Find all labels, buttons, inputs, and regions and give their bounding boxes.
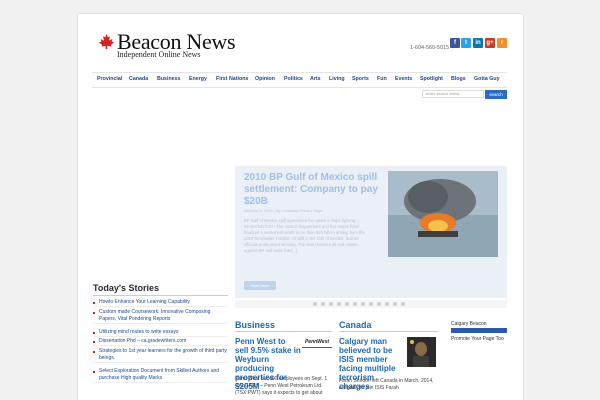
business-divider: [235, 331, 332, 332]
story-item[interactable]: Select Exploration Document from Skilled…: [93, 368, 228, 383]
googleplus-icon[interactable]: g+: [485, 38, 495, 48]
canada-divider: [339, 331, 438, 332]
phone-number: 1-604-560-5015: [410, 45, 450, 51]
rss-icon[interactable]: r: [497, 38, 507, 48]
nav-item-fun[interactable]: Fun: [377, 76, 387, 82]
read-more-button[interactable]: Read more: [244, 281, 276, 290]
business-section-title[interactable]: Business: [235, 320, 275, 330]
story-item[interactable]: Howto Enhance Your Learning Capability: [93, 299, 228, 307]
slider-dot[interactable]: [369, 302, 373, 306]
story-link[interactable]: Dissertation Phd – ca.gradewriters.com: [93, 338, 228, 345]
slider-dot[interactable]: [385, 302, 389, 306]
slider-dot[interactable]: [353, 302, 357, 306]
slider-dot[interactable]: [321, 302, 325, 306]
linkedin-icon[interactable]: in: [473, 38, 483, 48]
story-item[interactable]: Custom made Coursework: Innovative Compo…: [93, 309, 228, 324]
maple-leaf-icon: [98, 33, 115, 50]
twitter-icon[interactable]: t: [461, 38, 471, 48]
todays-stories-title: Today's Stories: [93, 283, 159, 293]
story-link[interactable]: Custom made Coursework: Innovative Compo…: [93, 309, 228, 323]
nav-item-arts[interactable]: Arts: [310, 76, 321, 82]
nav-item-energy[interactable]: Energy: [189, 76, 207, 82]
slider-dot[interactable]: [345, 302, 349, 306]
nav-item-blogs[interactable]: Blogs: [451, 76, 466, 82]
slider-dot[interactable]: [401, 302, 405, 306]
nav-item-sports[interactable]: Sports: [352, 76, 369, 82]
sidebar-ad-banner[interactable]: [451, 328, 507, 333]
slider-dot[interactable]: [313, 302, 317, 306]
nav-item-politics[interactable]: Politics: [284, 76, 303, 82]
search-button[interactable]: search: [485, 90, 507, 99]
slider-dot[interactable]: [337, 302, 341, 306]
sidebar-ad-title[interactable]: Calgary Beacon: [451, 321, 507, 327]
slider-dot[interactable]: [329, 302, 333, 306]
slider-dot[interactable]: [393, 302, 397, 306]
nav-item-first-nations[interactable]: First Nations: [216, 76, 248, 82]
business-excerpt: Penn West out 400 employees on Sept. 1 C…: [235, 376, 328, 396]
featured-excerpt: BP Gulf of Mexico spill agreement five y…: [244, 218, 365, 253]
featured-image[interactable]: [388, 171, 498, 257]
story-link[interactable]: Select Exploration Document from Skilled…: [93, 368, 228, 382]
featured-headline[interactable]: 2010 BP Gulf of Mexico spill settlement:…: [244, 172, 384, 208]
nav-item-living[interactable]: Living: [329, 76, 345, 82]
pennwest-logo: PennWest: [302, 337, 332, 348]
featured-meta: October 5, 2015 | By Canadian Press | Ta…: [244, 208, 323, 213]
story-item[interactable]: Dissertation Phd – ca.gradewriters.com: [93, 338, 228, 346]
story-link[interactable]: Strategies to 1st year learners for the …: [93, 348, 228, 362]
story-item[interactable]: Strategies to 1st year learners for the …: [93, 348, 228, 363]
canada-section-title[interactable]: Canada: [339, 320, 372, 330]
site-tagline: Independent Online News: [117, 50, 201, 59]
story-item[interactable]: Utilizing mind routes to write essays: [93, 329, 228, 337]
search-input[interactable]: enter search terms: [422, 90, 484, 98]
nav-item-canada[interactable]: Canada: [129, 76, 148, 82]
nav-item-business[interactable]: Business: [157, 76, 181, 82]
canada-excerpt: Farah Shirdon left Canada in March, 2014…: [339, 378, 434, 391]
slider-dot[interactable]: [361, 302, 365, 306]
nav-item-provincial[interactable]: Provincial: [97, 76, 122, 82]
facebook-icon[interactable]: f: [450, 38, 460, 48]
nav-item-spotlight[interactable]: Spotlight: [420, 76, 443, 82]
slider-dot[interactable]: [377, 302, 381, 306]
sidebar-ad-text[interactable]: Promote Your Page Too: [451, 336, 507, 343]
main-nav: Provincial Canada Business Energy First Nati…: [92, 72, 507, 88]
nav-item-events[interactable]: Events: [395, 76, 412, 82]
nav-item-gotta-guy[interactable]: Gotta Guy: [474, 76, 500, 82]
nav-item-opinion[interactable]: Opinion: [255, 76, 275, 82]
stories-divider: [93, 295, 228, 296]
story-link[interactable]: Utilizing mind routes to write essays: [93, 329, 228, 336]
slider-pagination: [235, 300, 507, 308]
canada-story-thumbnail[interactable]: [407, 337, 436, 367]
story-link[interactable]: Howto Enhance Your Learning Capability: [93, 299, 228, 306]
